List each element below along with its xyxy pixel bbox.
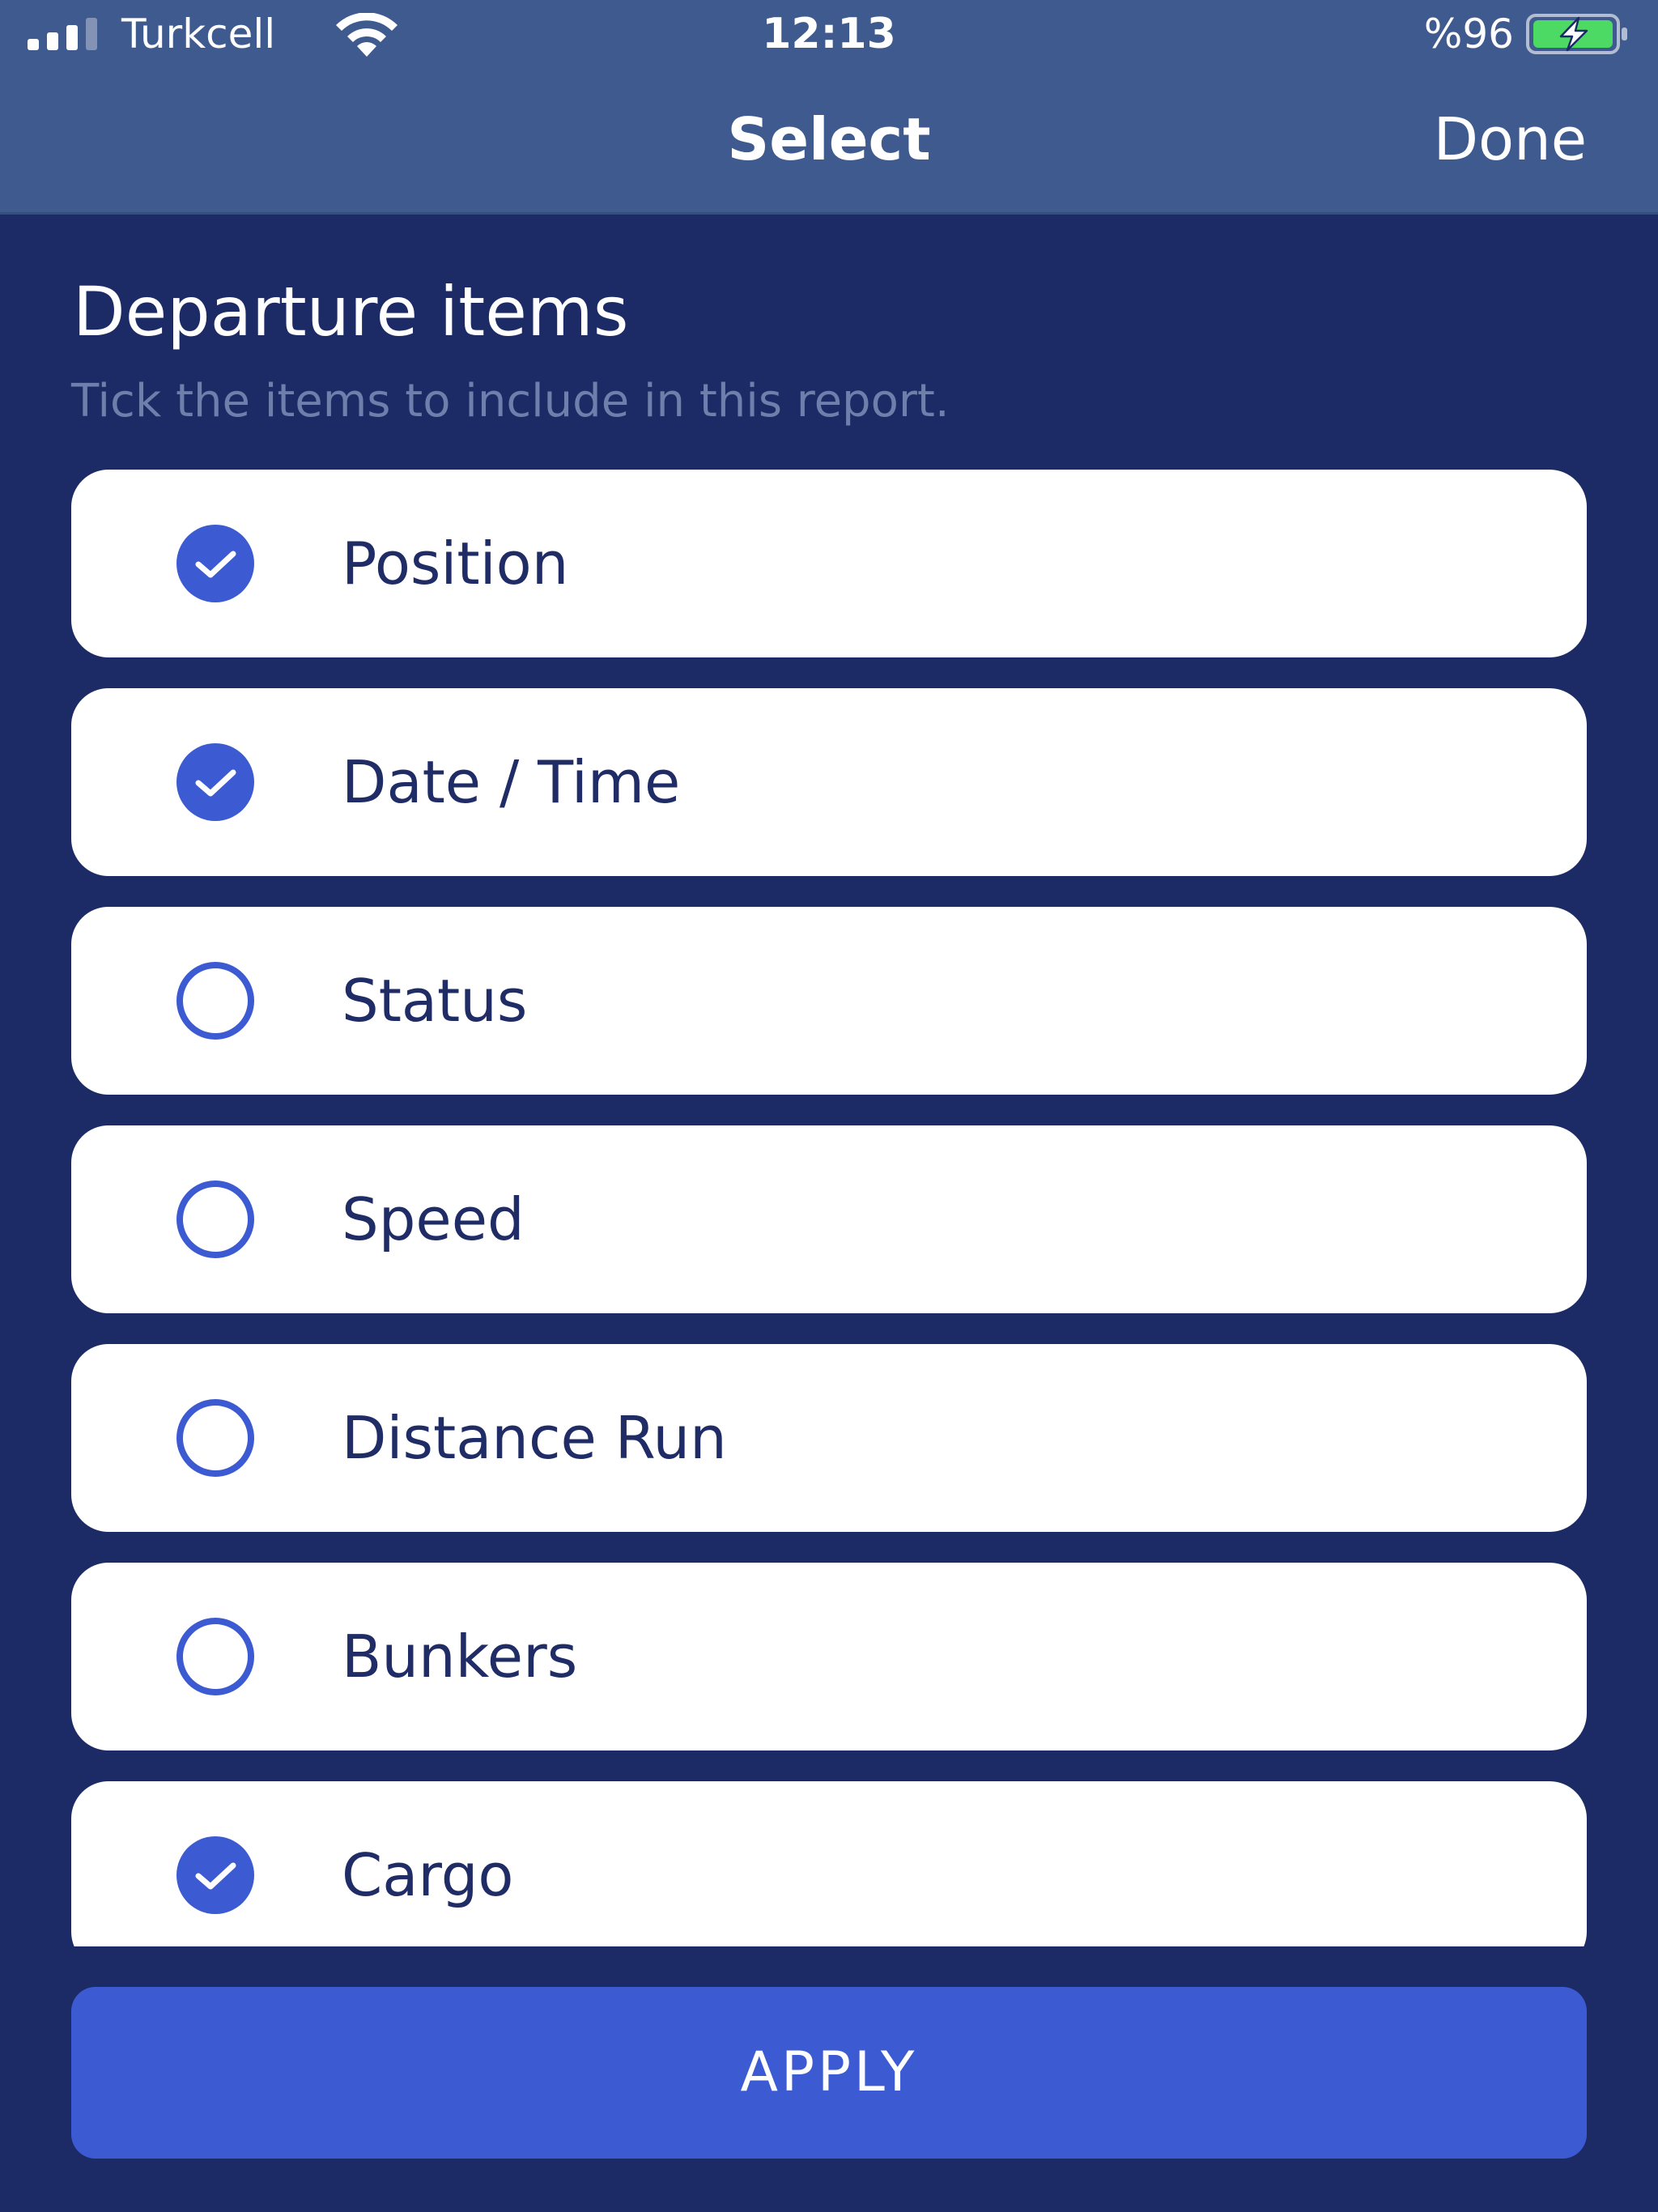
status-bar: Turkcell 12:13 %96 [0,0,1658,68]
select-screen: Turkcell 12:13 %96 Select Done Departure… [0,0,1658,2212]
list-item-3[interactable]: Status [71,907,1587,1095]
item-label: Date / Time [342,748,681,816]
checked-circle-icon[interactable] [175,742,256,823]
item-label: Bunkers [342,1623,578,1691]
item-label: Status [342,967,528,1035]
list-item-1[interactable]: Position [71,470,1587,657]
item-label: Cargo [342,1841,514,1909]
list-item-4[interactable]: Speed [71,1125,1587,1313]
section-title: Departure items [73,272,629,351]
unchecked-circle-icon[interactable] [175,1397,256,1478]
done-button[interactable]: Done [1434,100,1587,178]
unchecked-circle-icon[interactable] [175,1179,256,1260]
list-item-6[interactable]: Bunkers [71,1563,1587,1750]
list-item-2[interactable]: Date / Time [71,688,1587,876]
battery-percentage: %96 [1423,11,1514,57]
apply-button[interactable]: APPLY [71,1987,1587,2159]
page-title: Select [727,105,931,173]
item-label: Speed [342,1185,525,1253]
item-label: Distance Run [342,1404,727,1472]
section-subtitle: Tick the items to include in this report… [71,375,950,428]
status-time: 12:13 [762,10,896,58]
item-label: Position [342,530,569,598]
unchecked-circle-icon[interactable] [175,1616,256,1697]
items-list-content: Position Date / Time Status Speed Distan… [71,470,1587,1946]
navigation-header: Turkcell 12:13 %96 Select Done [0,0,1658,215]
checked-circle-icon[interactable] [175,1835,256,1916]
checked-circle-icon[interactable] [175,523,256,604]
unchecked-circle-icon[interactable] [175,960,256,1041]
battery-charging-icon [1526,14,1627,54]
list-item-7[interactable]: Cargo [71,1781,1587,1946]
list-item-5[interactable]: Distance Run [71,1344,1587,1532]
items-list[interactable]: Position Date / Time Status Speed Distan… [71,470,1587,1946]
